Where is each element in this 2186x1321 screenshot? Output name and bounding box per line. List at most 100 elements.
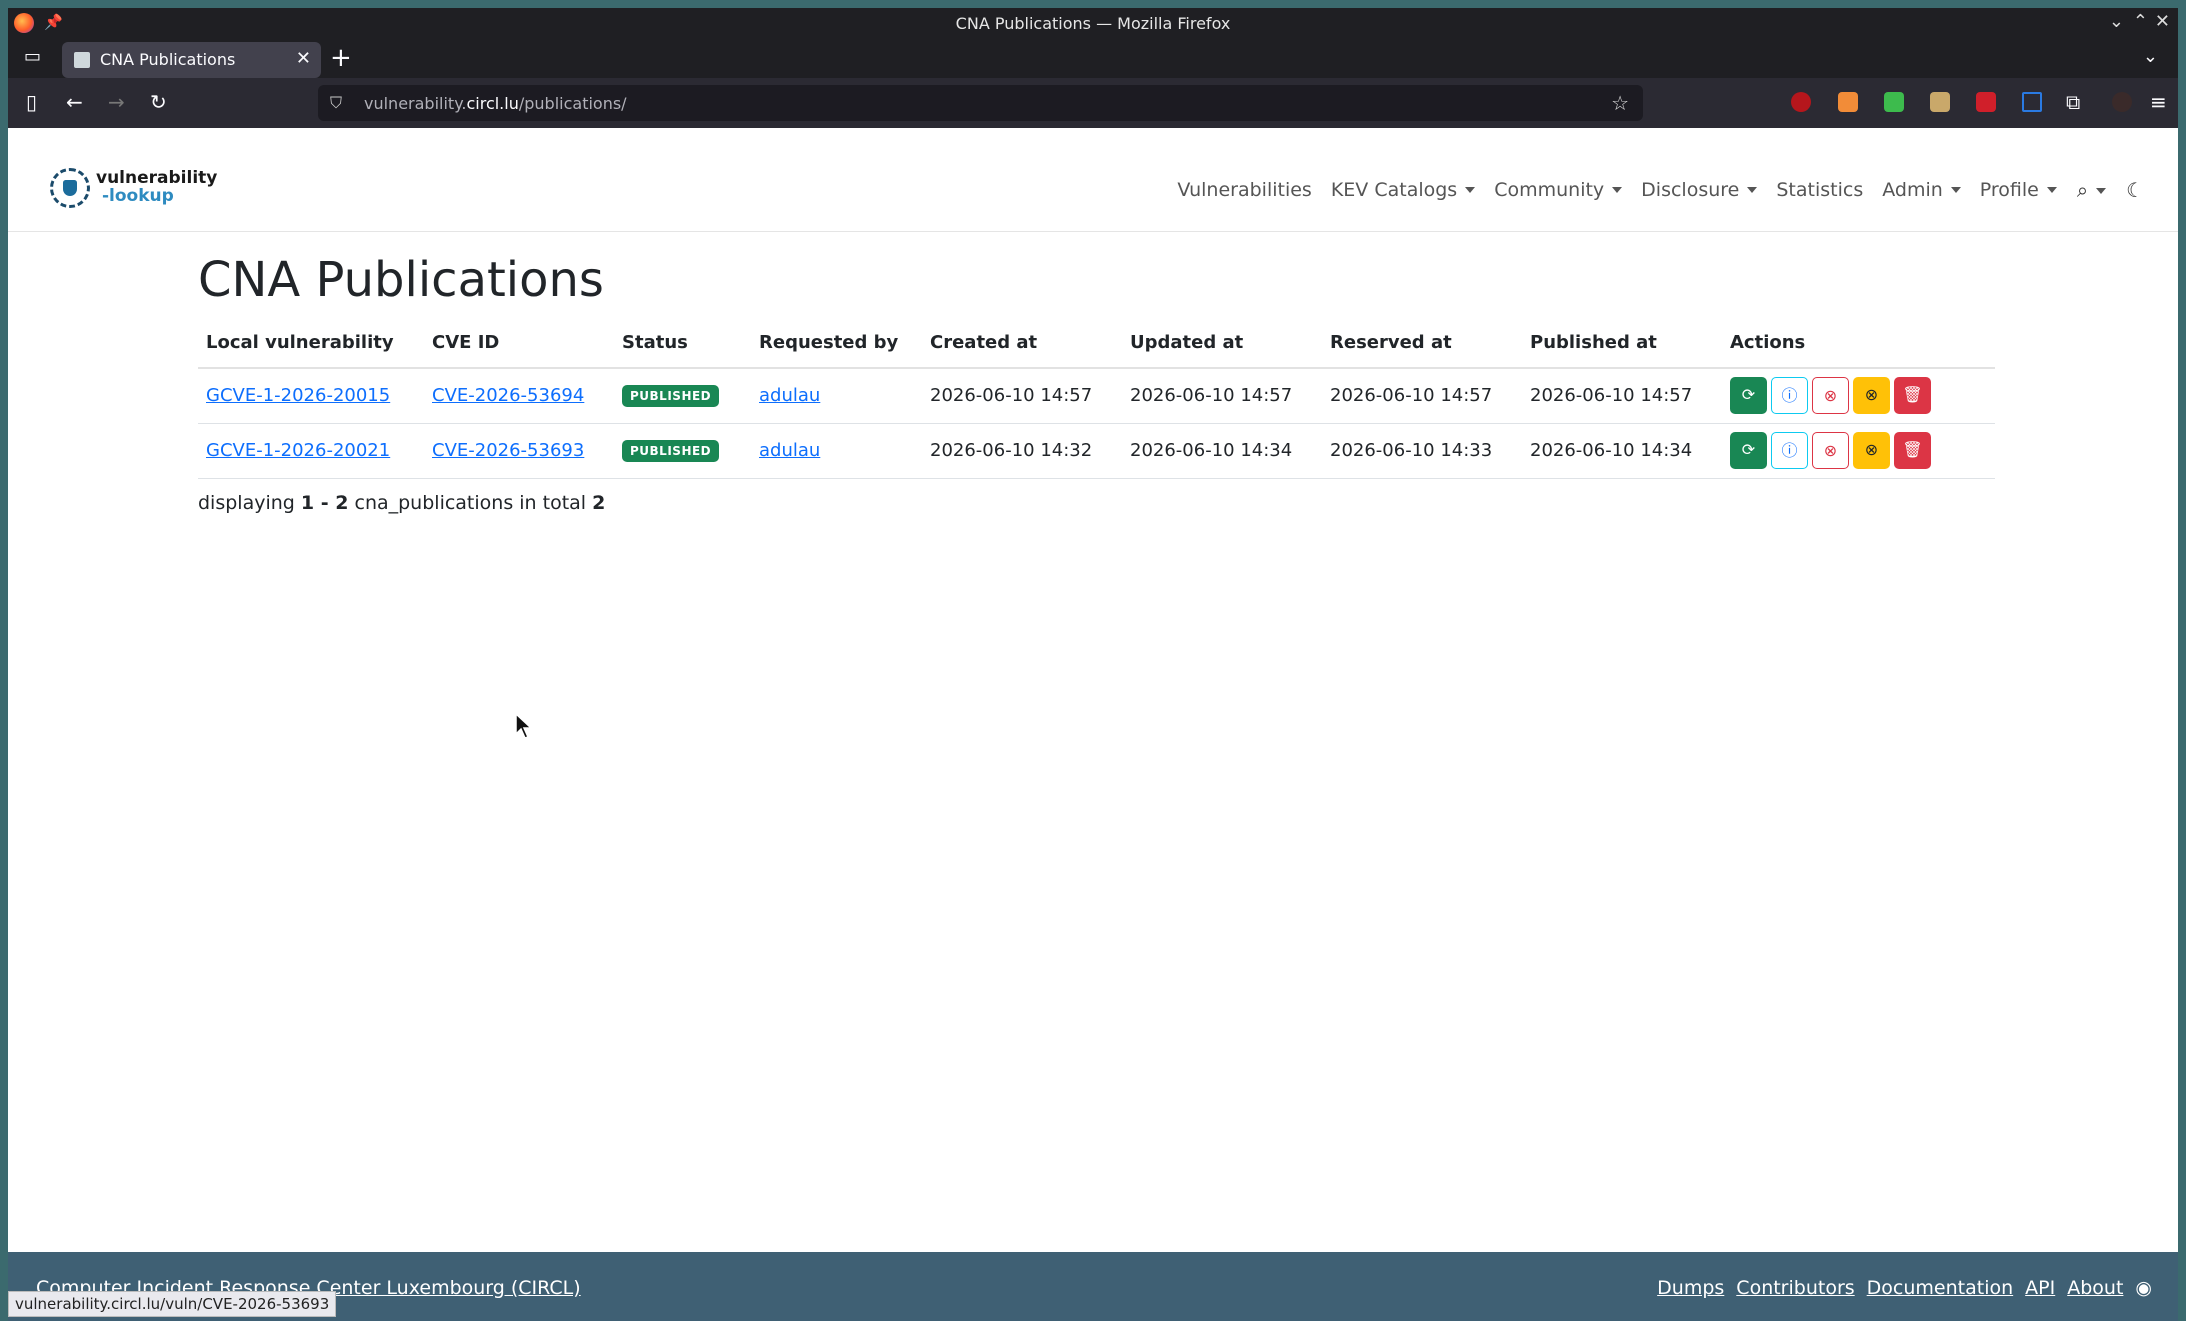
extensions-puzzle-icon[interactable]: ⧉ — [2066, 90, 2080, 114]
table-header-row: Local vulnerability CVE ID Status Reques… — [198, 318, 1995, 369]
close-window-icon[interactable]: ✕ — [2155, 11, 2170, 32]
github-icon[interactable]: ◉ — [2135, 1277, 2152, 1299]
actions-cell: ⟳ ⓘ ⊗ ⊗ 🗑 — [1722, 423, 1995, 479]
maximize-icon[interactable]: ⌃ — [2133, 11, 2148, 32]
col-local-vulnerability: Local vulnerability — [198, 318, 424, 369]
nav-statistics[interactable]: Statistics — [1776, 179, 1863, 201]
cve-id-link[interactable]: CVE-2026-53693 — [432, 440, 584, 461]
forward-icon[interactable]: → — [108, 90, 125, 114]
reserved-at: 2026-06-10 14:33 — [1322, 423, 1522, 479]
logo-icon — [50, 168, 90, 208]
status-badge: PUBLISHED — [622, 385, 720, 408]
actions-cell: ⟳ ⓘ ⊗ ⊗ 🗑 — [1722, 368, 1995, 424]
tab-strip: ▭ CNA Publications ✕ + ⌄ — [8, 38, 2178, 78]
favicon-icon — [74, 52, 90, 68]
list-all-tabs-icon[interactable]: ⌄ — [2143, 46, 2158, 67]
site-logo[interactable]: vulnerability -lookup — [50, 166, 217, 210]
col-requested-by: Requested by — [751, 318, 922, 369]
logo-text-1: vulnerability — [96, 168, 218, 188]
navigation-bar: ▯ ← → ↻ ⛉ vulnerability.circl.lu/publica… — [8, 78, 2178, 128]
page-title: CNA Publications — [198, 252, 604, 308]
pagination-summary: displaying 1 - 2 cna_publications in tot… — [198, 492, 606, 514]
logo-text-2: -lookup — [102, 186, 174, 206]
cve-id-link[interactable]: CVE-2026-53694 — [432, 385, 584, 406]
reload-icon[interactable]: ↻ — [150, 90, 167, 114]
dark-mode-icon[interactable]: ☾ — [2126, 178, 2144, 202]
table-row: GCVE-1-2026-20021 CVE-2026-53693 PUBLISH… — [198, 423, 1995, 479]
delete-button[interactable]: 🗑 — [1894, 432, 1931, 469]
reject-button[interactable]: ⊗ — [1812, 377, 1849, 415]
new-tab-icon[interactable]: + — [330, 43, 352, 73]
nav-community[interactable]: Community — [1494, 179, 1622, 201]
sidebar-toggle-icon[interactable]: ▯ — [26, 90, 37, 114]
nav-profile[interactable]: Profile — [1980, 179, 2057, 201]
tab-overview-icon[interactable]: ▭ — [24, 46, 41, 67]
bookmark-star-icon[interactable]: ☆ — [1611, 91, 1629, 115]
col-status: Status — [614, 318, 751, 369]
footer-dumps-link[interactable]: Dumps — [1657, 1277, 1724, 1299]
published-at: 2026-06-10 14:34 — [1522, 423, 1722, 479]
status-badge: PUBLISHED — [622, 440, 720, 462]
created-at: 2026-06-10 14:32 — [922, 423, 1122, 479]
status-bar-url: vulnerability.circl.lu/vuln/CVE-2026-536… — [8, 1291, 337, 1317]
revoke-button[interactable]: ⊗ — [1853, 377, 1890, 415]
sync-button[interactable]: ⟳ — [1730, 377, 1767, 415]
nav-disclosure[interactable]: Disclosure — [1641, 179, 1757, 201]
col-published-at: Published at — [1522, 318, 1722, 369]
footer-documentation-link[interactable]: Documentation — [1867, 1277, 2013, 1299]
site-security-icon[interactable]: ⛉ — [330, 93, 342, 113]
footer-api-link[interactable]: API — [2025, 1277, 2055, 1299]
web-page: vulnerability -lookup Vulnerabilities KE… — [8, 128, 2178, 1321]
footer-links: Dumps Contributors Documentation API Abo… — [1657, 1277, 2152, 1299]
requested-by-link[interactable]: adulau — [759, 385, 820, 406]
col-reserved-at: Reserved at — [1322, 318, 1522, 369]
revoke-button[interactable]: ⊗ — [1853, 432, 1890, 469]
window-title: CNA Publications — Mozilla Firefox — [955, 14, 1231, 33]
sync-button[interactable]: ⟳ — [1730, 432, 1767, 469]
mouse-cursor-icon — [515, 712, 533, 743]
updated-at: 2026-06-10 14:34 — [1122, 423, 1322, 479]
nav-kev-catalogs[interactable]: KEV Catalogs — [1331, 179, 1475, 201]
reject-button[interactable]: ⊗ — [1812, 432, 1849, 469]
col-cve-id: CVE ID — [424, 318, 614, 369]
tab-cna-publications[interactable]: CNA Publications ✕ — [62, 42, 321, 78]
browser-window: 📌 CNA Publications — Mozilla Firefox ⌄ ⌃… — [8, 8, 2178, 1321]
col-created-at: Created at — [922, 318, 1122, 369]
url-text[interactable]: vulnerability.circl.lu/publications/ — [364, 94, 627, 113]
extension-grid-icon[interactable] — [1884, 92, 1904, 112]
table-row: GCVE-1-2026-20015 CVE-2026-53694 PUBLISH… — [198, 368, 1995, 424]
minimize-icon[interactable]: ⌄ — [2109, 11, 2124, 32]
footer-about-link[interactable]: About — [2067, 1277, 2123, 1299]
requested-by-link[interactable]: adulau — [759, 440, 820, 461]
col-actions: Actions — [1722, 318, 1995, 369]
main-nav: Vulnerabilities KEV Catalogs Community D… — [1158, 178, 2144, 202]
url-bar[interactable]: ⛉ vulnerability.circl.lu/publications/ ☆ — [318, 85, 1643, 121]
back-icon[interactable]: ← — [66, 90, 83, 114]
nav-vulnerabilities[interactable]: Vulnerabilities — [1177, 179, 1311, 201]
footer-contributors-link[interactable]: Contributors — [1736, 1277, 1854, 1299]
info-button[interactable]: ⓘ — [1771, 377, 1808, 415]
publications-table: Local vulnerability CVE ID Status Reques… — [198, 318, 1995, 479]
reserved-at: 2026-06-10 14:57 — [1322, 368, 1522, 424]
extension-avatar-icon[interactable] — [2112, 92, 2132, 112]
info-button[interactable]: ⓘ — [1771, 432, 1808, 469]
updated-at: 2026-06-10 14:57 — [1122, 368, 1322, 424]
local-vulnerability-link[interactable]: GCVE-1-2026-20021 — [206, 440, 390, 461]
tab-label: CNA Publications — [100, 50, 236, 69]
ublock-icon[interactable] — [1791, 92, 1811, 112]
app-menu-icon[interactable]: ≡ — [2150, 90, 2167, 114]
created-at: 2026-06-10 14:57 — [922, 368, 1122, 424]
title-bar: 📌 CNA Publications — Mozilla Firefox ⌄ ⌃… — [8, 8, 2178, 38]
extension-bucket-icon[interactable] — [1838, 92, 1858, 112]
col-updated-at: Updated at — [1122, 318, 1322, 369]
site-header: vulnerability -lookup Vulnerabilities KE… — [8, 128, 2178, 232]
nav-admin[interactable]: Admin — [1882, 179, 1961, 201]
delete-button[interactable]: 🗑 — [1894, 377, 1931, 415]
extension-triangle-icon[interactable] — [2022, 92, 2042, 112]
published-at: 2026-06-10 14:57 — [1522, 368, 1722, 424]
search-icon[interactable]: ⌕ — [2077, 178, 2106, 202]
tab-close-icon[interactable]: ✕ — [296, 48, 311, 69]
extension-tools-icon[interactable] — [1930, 92, 1950, 112]
local-vulnerability-link[interactable]: GCVE-1-2026-20015 — [206, 385, 390, 406]
extension-pen-icon[interactable] — [1976, 92, 1996, 112]
